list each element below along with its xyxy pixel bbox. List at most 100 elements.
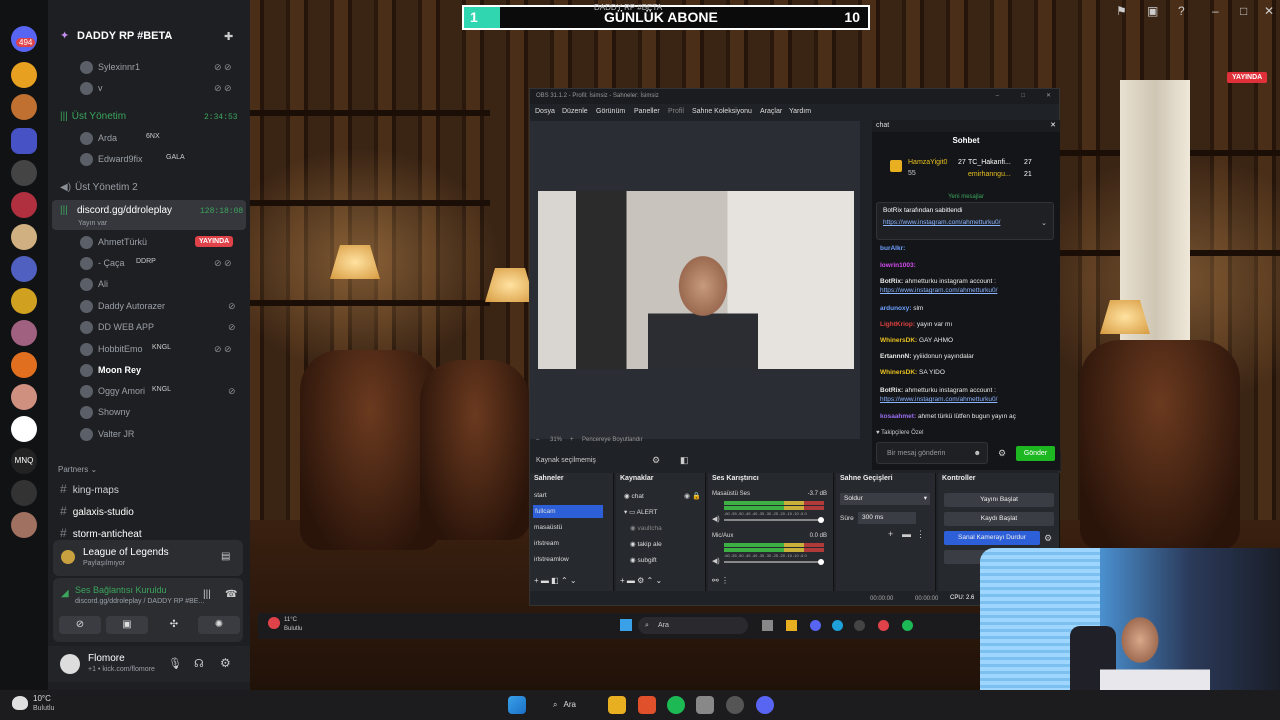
server-icon[interactable] [11,416,37,442]
chat-user[interactable]: ardunoxy: [880,305,911,312]
source-item[interactable]: ◉ subgift [630,556,657,564]
voice-member[interactable]: Showny [48,403,250,423]
voice-member[interactable]: DD WEB APP ⊘ [48,318,250,338]
voice-member[interactable]: - Çaça DDRP ⊘ ⊘ [48,254,250,274]
chat-user[interactable]: WhinersDK: [880,337,917,344]
spotify-icon[interactable] [902,620,913,631]
taskbar-search[interactable]: ⌕ Ara [545,695,595,715]
task-view-icon[interactable] [762,620,773,631]
chat-user[interactable]: BotRix: [880,278,903,285]
source-group[interactable]: ▾ ▭ ALERT [624,508,658,516]
server-icon[interactable] [11,384,37,410]
voice-member[interactable]: Sylexinnr1 ⊘ ⊘ [48,58,250,78]
zoom-in-icon[interactable]: + [570,437,574,443]
brave-icon[interactable] [638,696,656,714]
chat-user[interactable]: BotRix: [880,387,903,394]
camera-off-button[interactable]: ⊘ [59,616,101,634]
chat-input[interactable]: Bir mesaj gönderin ☻ [876,442,988,464]
speaker-icon[interactable]: ◀) [712,557,720,565]
windows-start-icon[interactable] [508,696,526,714]
settings-gear-icon[interactable]: ⚙ [1044,533,1052,544]
chat-user[interactable]: WhinersDK: [880,369,917,376]
edge-icon[interactable] [832,620,843,631]
voice-channel[interactable]: ◀) Üst Yönetim 2 [60,182,138,193]
chat-user[interactable]: LightKriop: [880,321,915,328]
chat-user[interactable]: burAlkr: [880,245,905,252]
active-voice-channel[interactable]: ||| discord.gg/ddroleplay 128:18:08 Yayı… [52,200,246,230]
server-icon[interactable] [11,288,37,314]
close-icon[interactable]: ✕ [1046,89,1051,104]
start-stream-button[interactable]: Yayını Başlat [944,493,1054,507]
server-icon[interactable] [11,62,37,88]
chrome-icon[interactable] [878,620,889,631]
pinned-message[interactable]: BotRix tarafından sabitlendi https://www… [876,202,1054,240]
server-icon[interactable] [11,320,37,346]
new-messages-divider[interactable]: Yeni mesajlar [872,194,1060,200]
chevron-down-icon[interactable]: ⌄ [1041,219,1047,227]
speaker-icon[interactable]: ◀) [712,515,720,523]
minimize-icon[interactable]: – [996,89,999,104]
category-header[interactable]: Partners ⌄ [58,465,97,474]
server-icon[interactable] [11,224,37,250]
trash-icon[interactable]: ▬ [627,576,635,585]
activities-button[interactable]: ✣ [153,616,195,634]
server-icon[interactable] [11,512,37,538]
file-explorer-icon[interactable] [786,620,797,631]
voice-member[interactable]: Ali [48,275,250,295]
maximize-icon[interactable]: □ [1021,89,1025,104]
scene-item[interactable]: masaüstü [534,524,562,531]
menu-duzenle[interactable]: Düzenle [562,108,588,115]
windows-start-icon[interactable] [620,619,632,631]
text-channel[interactable]: # galaxis-studio [60,504,134,518]
down-icon[interactable]: ⌄ [570,576,577,585]
server-icon[interactable] [11,256,37,282]
voice-member[interactable]: HobbitEmo KNGL ⊘ ⊘ [48,340,250,360]
more-icon[interactable]: ⋮ [721,576,729,585]
chat-user[interactable]: lowrin1003: [880,262,916,269]
server-icon[interactable] [11,352,37,378]
screen-share-button[interactable]: ▣ [106,616,148,634]
menu-yardim[interactable]: Yardım [789,108,811,115]
notification-icon[interactable]: ⚑ [1116,4,1127,18]
text-channel[interactable]: # king-maps [60,482,119,496]
volume-slider[interactable] [724,517,824,523]
voice-member[interactable]: v ⊘ ⊘ [48,79,250,99]
add-icon[interactable]: + [620,576,625,585]
filter-icon[interactable]: ◧ [680,455,689,466]
source-item[interactable]: ◉ vaultcha [630,524,662,532]
start-recording-button[interactable]: Kaydı Başlat [944,512,1054,526]
server-icon[interactable] [11,160,37,186]
filter-icon[interactable]: ◧ [551,576,559,585]
voice-member[interactable]: Oggy Amori KNGL ⊘ [48,382,250,402]
obs-preview[interactable]: – 31% + Pencereye Boyutlandır [530,121,860,443]
add-icon[interactable]: + [888,529,893,539]
discord-icon[interactable] [810,620,821,631]
scene-item[interactable]: start [534,492,547,499]
menu-araclar[interactable]: Araçlar [760,108,782,115]
headphones-icon[interactable]: ☊ [194,657,204,670]
emoji-icon[interactable]: ☻ [974,443,981,465]
close-icon[interactable]: ✕ [1050,120,1056,132]
text-channel[interactable]: # storm-anticheat [60,526,142,540]
stop-virtual-cam-button[interactable]: Sanal Kamerayı Durdur [944,531,1040,545]
help-icon[interactable]: ? [1178,4,1185,18]
send-button[interactable]: Gönder [1016,446,1055,461]
add-member-icon[interactable]: ✚ [224,30,233,43]
fit-window-button[interactable]: Pencereye Boyutlandır [582,437,643,443]
chat-link[interactable]: https://www.instagram.com/ahmetturku0/ [880,395,1055,404]
voice-member[interactable]: Daddy Autorazer ⊘ [48,297,250,317]
voice-member[interactable]: Arda 6NX [48,129,250,149]
scene-item[interactable]: irlstreamlow [534,556,569,563]
close-icon[interactable]: ✕ [1264,4,1274,18]
add-icon[interactable]: + [534,576,539,585]
visibility-icon[interactable]: ◉ 🔒 [684,492,701,500]
folder-icon[interactable] [11,128,37,154]
trash-icon[interactable]: ▬ [541,576,549,585]
up-icon[interactable]: ⌃ [561,576,568,585]
disconnect-icon[interactable]: ☎ [225,589,237,600]
trash-icon[interactable]: ▬ [902,529,911,539]
obs-icon[interactable] [854,620,865,631]
minimize-icon[interactable]: – [1212,4,1219,18]
voice-member[interactable]: Valter JR [48,425,250,445]
avatar[interactable] [60,654,80,674]
